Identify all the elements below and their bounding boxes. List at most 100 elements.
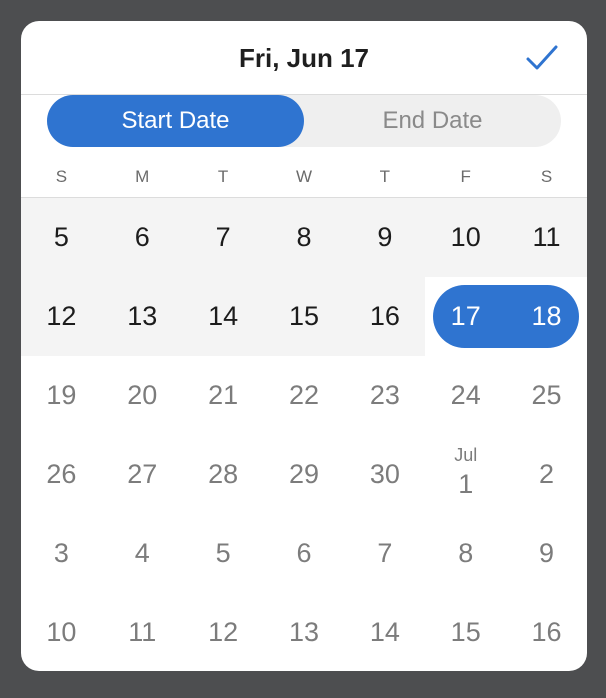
day-number: 13	[288, 617, 319, 647]
day-number: 21	[208, 380, 239, 410]
calendar-day[interactable]: 23	[344, 356, 425, 435]
day-number: 2	[539, 459, 555, 489]
calendar-day[interactable]: 12	[183, 593, 264, 671]
day-number: 11	[128, 617, 157, 647]
weekday-label: F	[460, 167, 471, 186]
calendar-day[interactable]: 11	[102, 593, 183, 671]
calendar-day[interactable]: 7	[344, 514, 425, 593]
day-number: 14	[208, 301, 239, 331]
weekday-label: M	[135, 167, 150, 186]
day-number: 30	[369, 459, 400, 489]
day-number: 27	[127, 459, 158, 489]
weekday-label: T	[379, 167, 391, 186]
weekday-label: S	[55, 167, 68, 186]
day-number: 13	[127, 301, 158, 331]
end-date-tab[interactable]: End Date	[304, 95, 561, 147]
day-number: 7	[215, 222, 231, 252]
day-number: 29	[288, 459, 319, 489]
calendar-day[interactable]: 27	[102, 435, 183, 514]
day-number: 8	[458, 538, 474, 568]
calendar-day[interactable]: 16	[344, 277, 425, 356]
day-number: 11	[532, 222, 561, 252]
calendar-day[interactable]: 7	[183, 198, 264, 277]
calendar-day[interactable]: 6	[102, 198, 183, 277]
day-number: 16	[369, 301, 400, 331]
day-number: 8	[296, 222, 312, 252]
day-number: 12	[208, 617, 239, 647]
day-number: 6	[134, 222, 150, 252]
calendar-day[interactable]: 5	[21, 198, 102, 277]
calendar-day[interactable]: 3	[21, 514, 102, 593]
day-number: 5	[215, 538, 231, 568]
calendar-day[interactable]: 17	[425, 277, 506, 356]
calendar-day[interactable]: 18	[506, 277, 587, 356]
day-number: 12	[46, 301, 77, 331]
calendar-day[interactable]: 14	[344, 593, 425, 671]
calendar-day[interactable]: 10	[425, 198, 506, 277]
calendar-day[interactable]: 6	[264, 514, 345, 593]
weekday-label: S	[540, 167, 553, 186]
weekday-label: W	[295, 167, 312, 186]
day-number: 26	[46, 459, 77, 489]
calendar-day[interactable]: 2	[506, 435, 587, 514]
date-type-segmented-control: Start Date End Date	[47, 95, 561, 147]
checkmark-icon	[526, 45, 558, 70]
calendar-day[interactable]: 8	[425, 514, 506, 593]
calendar-day[interactable]: 5	[183, 514, 264, 593]
day-number: 9	[377, 222, 393, 252]
calendar-day[interactable]: 9	[344, 198, 425, 277]
day-number: 4	[134, 538, 150, 568]
calendar-day[interactable]: 24	[425, 356, 506, 435]
day-number: 19	[46, 380, 77, 410]
done-button[interactable]	[525, 43, 559, 73]
calendar-day[interactable]: 13	[102, 277, 183, 356]
calendar-day[interactable]: 11	[506, 198, 587, 277]
calendar-day[interactable]: 14	[183, 277, 264, 356]
calendar-day[interactable]: Jul 1	[425, 435, 506, 514]
day-number: 14	[369, 617, 400, 647]
calendar-day[interactable]: 15	[425, 593, 506, 671]
day-number: 15	[288, 301, 319, 331]
calendar-day[interactable]: 29	[264, 435, 345, 514]
calendar-day[interactable]: 26	[21, 435, 102, 514]
selected-date-title: Fri, Jun 17	[238, 43, 370, 73]
calendar-day[interactable]: 19	[21, 356, 102, 435]
day-number: 24	[450, 380, 481, 410]
calendar-day[interactable]: 21	[183, 356, 264, 435]
day-number: 22	[288, 380, 319, 410]
start-date-tab[interactable]: Start Date	[47, 95, 304, 147]
day-number: 17	[450, 301, 481, 331]
day-number: 10	[46, 617, 77, 647]
day-number: 16	[531, 617, 562, 647]
day-number: 23	[369, 380, 400, 410]
day-number: 5	[53, 222, 69, 252]
day-number: 20	[127, 380, 158, 410]
calendar-day[interactable]: 4	[102, 514, 183, 593]
calendar-grid: 5 6 7 8 9 10 11 12 13 14 15 16 17 18 19 20 21 22 23 24 25 26 2…	[21, 198, 587, 671]
day-number: 7	[377, 538, 393, 568]
calendar-day[interactable]: 9	[506, 514, 587, 593]
date-picker-sheet: Fri, Jun 17 Start Date End Date SMTWTFS …	[21, 21, 587, 671]
calendar-day[interactable]: 10	[21, 593, 102, 671]
day-number: 15	[450, 617, 481, 647]
day-number: 6	[296, 538, 312, 568]
calendar-day[interactable]: 8	[264, 198, 345, 277]
day-number: 3	[53, 538, 69, 568]
day-number: 10	[450, 222, 481, 252]
calendar-day[interactable]: 13	[264, 593, 345, 671]
day-number: 25	[531, 380, 562, 410]
weekday-label: T	[217, 167, 229, 186]
weekday-header-row: SMTWTFS	[21, 161, 587, 198]
month-label: Jul	[454, 445, 478, 465]
day-number: 18	[531, 301, 562, 331]
calendar-day[interactable]: 25	[506, 356, 587, 435]
calendar-day[interactable]: 15	[264, 277, 345, 356]
calendar-day[interactable]: 28	[183, 435, 264, 514]
calendar-day[interactable]: 22	[264, 356, 345, 435]
calendar-day[interactable]: 12	[21, 277, 102, 356]
picker-header: Fri, Jun 17	[21, 21, 587, 95]
day-number: 28	[208, 459, 239, 489]
calendar-day[interactable]: 16	[506, 593, 587, 671]
calendar-day[interactable]: 30	[344, 435, 425, 514]
calendar-day[interactable]: 20	[102, 356, 183, 435]
